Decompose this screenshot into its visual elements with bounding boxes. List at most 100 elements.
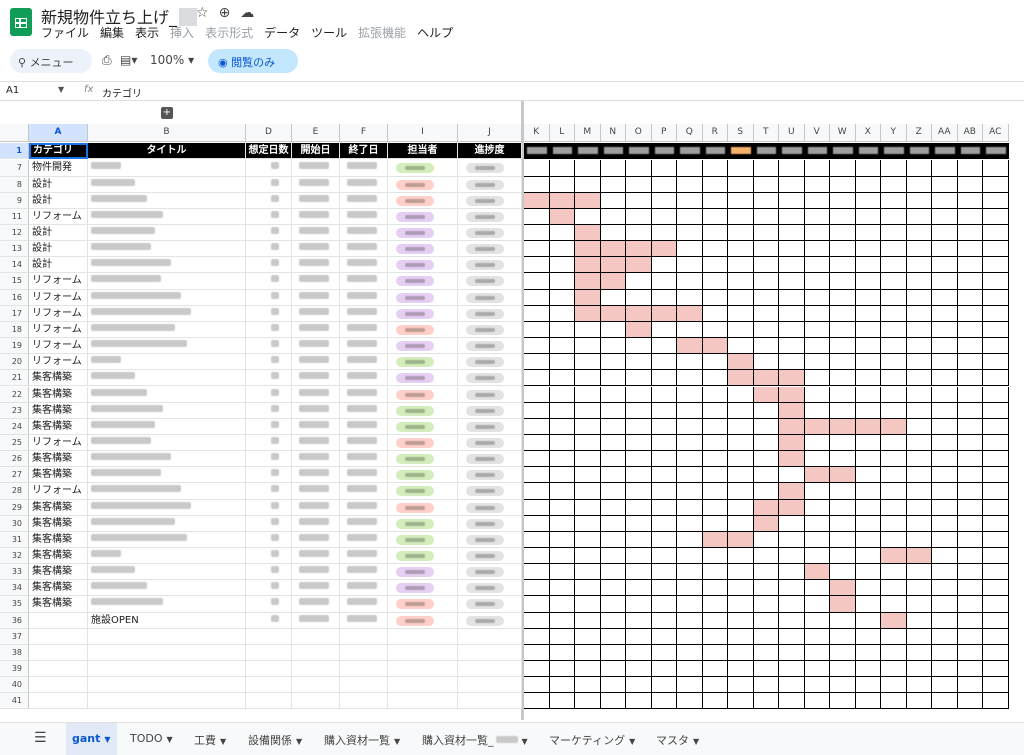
gantt-cell[interactable] (600, 418, 626, 435)
gantt-cell[interactable] (677, 483, 703, 500)
assignee-cell[interactable] (388, 467, 458, 484)
gantt-cell[interactable] (881, 515, 907, 532)
gantt-bar-cell[interactable] (753, 386, 779, 403)
gantt-cell[interactable] (524, 338, 550, 355)
gantt-cell[interactable] (728, 644, 754, 662)
gantt-cell[interactable] (626, 386, 652, 403)
gantt-cell[interactable] (677, 257, 703, 274)
chevron-down-icon[interactable]: ▼ (58, 85, 64, 94)
gantt-cell[interactable] (728, 176, 754, 193)
gantt-cell[interactable] (600, 596, 626, 613)
title-cell[interactable] (88, 257, 246, 274)
gantt-cell[interactable] (728, 564, 754, 581)
gantt-cell[interactable] (983, 596, 1009, 613)
empty-cell[interactable] (88, 693, 246, 710)
assignee-chip[interactable] (396, 276, 434, 287)
gantt-cell[interactable] (830, 305, 856, 322)
gantt-cell[interactable] (549, 386, 575, 403)
gantt-cell[interactable] (677, 644, 703, 662)
gantt-cell[interactable] (881, 531, 907, 548)
gantt-cell[interactable] (549, 548, 575, 565)
gantt-cell[interactable] (906, 531, 932, 548)
gantt-cell[interactable] (626, 531, 652, 548)
gantt-bar-cell[interactable] (881, 548, 907, 565)
assignee-cell[interactable] (388, 483, 458, 500)
gantt-cell[interactable] (983, 499, 1009, 516)
gantt-cell[interactable] (983, 305, 1009, 322)
gantt-cell[interactable] (549, 289, 575, 306)
gantt-cell[interactable] (524, 548, 550, 565)
gantt-cell[interactable] (957, 241, 983, 258)
gantt-cell[interactable] (855, 321, 881, 339)
gantt-cell[interactable] (906, 241, 932, 258)
column-header[interactable]: O (626, 124, 652, 142)
empty-cell[interactable] (246, 628, 292, 645)
gantt-cell[interactable] (626, 418, 652, 435)
gantt-cell[interactable] (881, 370, 907, 387)
row-header[interactable]: 25 (0, 434, 29, 452)
gantt-cell[interactable] (932, 208, 958, 225)
gantt-cell[interactable] (549, 321, 575, 339)
gantt-cell[interactable] (906, 467, 932, 484)
gantt-cell[interactable] (983, 225, 1009, 242)
title-cell[interactable] (88, 338, 246, 355)
gantt-bar-cell[interactable] (575, 305, 601, 322)
gantt-cell[interactable] (651, 548, 677, 565)
row-header[interactable]: 40 (0, 677, 29, 694)
gantt-cell[interactable] (600, 192, 626, 209)
gantt-bar-cell[interactable] (626, 241, 652, 258)
gantt-cell[interactable] (702, 628, 728, 645)
assignee-cell[interactable] (388, 402, 458, 419)
empty-cell[interactable] (458, 677, 522, 694)
gantt-cell[interactable] (549, 515, 575, 532)
assignee-cell[interactable] (388, 596, 458, 613)
gantt-cell[interactable] (677, 418, 703, 435)
gantt-cell[interactable] (702, 305, 728, 322)
gantt-cell[interactable] (600, 176, 626, 193)
gantt-cell[interactable] (575, 160, 601, 177)
gantt-cell[interactable] (651, 354, 677, 371)
gantt-cell[interactable] (957, 434, 983, 452)
row-header[interactable]: 11 (0, 208, 29, 225)
column-header[interactable]: K (524, 124, 550, 142)
gantt-cell[interactable] (575, 564, 601, 581)
chevron-down-icon[interactable]: ▼ (629, 737, 635, 746)
gantt-cell[interactable] (932, 402, 958, 419)
value-cell[interactable] (246, 499, 292, 516)
gantt-cell[interactable] (600, 160, 626, 177)
value-cell[interactable] (292, 596, 340, 613)
gantt-cell[interactable] (549, 564, 575, 581)
gantt-bar-cell[interactable] (830, 580, 856, 597)
column-header[interactable]: J (458, 124, 522, 142)
gantt-cell[interactable] (957, 467, 983, 484)
gantt-cell[interactable] (651, 451, 677, 468)
row-header[interactable]: 28 (0, 483, 29, 500)
title-cell[interactable] (88, 176, 246, 193)
gantt-cell[interactable] (753, 208, 779, 225)
gantt-cell[interactable] (702, 273, 728, 290)
sheet-tab[interactable]: TODO ▼ (130, 732, 173, 745)
header-cell[interactable]: 進捗度 (458, 143, 522, 159)
assignee-cell[interactable] (388, 451, 458, 468)
gantt-bar-cell[interactable] (830, 596, 856, 613)
gantt-cell[interactable] (524, 402, 550, 419)
empty-cell[interactable] (388, 693, 458, 710)
gantt-cell[interactable] (906, 677, 932, 694)
progress-chip[interactable] (466, 244, 504, 255)
gantt-cell[interactable] (983, 628, 1009, 645)
gantt-cell[interactable] (626, 208, 652, 225)
progress-cell[interactable] (458, 370, 522, 387)
gantt-cell[interactable] (779, 548, 805, 565)
gantt-cell[interactable] (881, 241, 907, 258)
gantt-cell[interactable] (957, 628, 983, 645)
gantt-cell[interactable] (575, 370, 601, 387)
gantt-cell[interactable] (804, 192, 830, 209)
gantt-cell[interactable] (906, 612, 932, 629)
row-header[interactable]: 30 (0, 515, 29, 532)
progress-chip[interactable] (466, 454, 504, 465)
gantt-cell[interactable] (779, 257, 805, 274)
gantt-cell[interactable] (702, 289, 728, 306)
value-cell[interactable] (246, 354, 292, 371)
gantt-cell[interactable] (804, 580, 830, 597)
gantt-cell[interactable] (932, 612, 958, 629)
